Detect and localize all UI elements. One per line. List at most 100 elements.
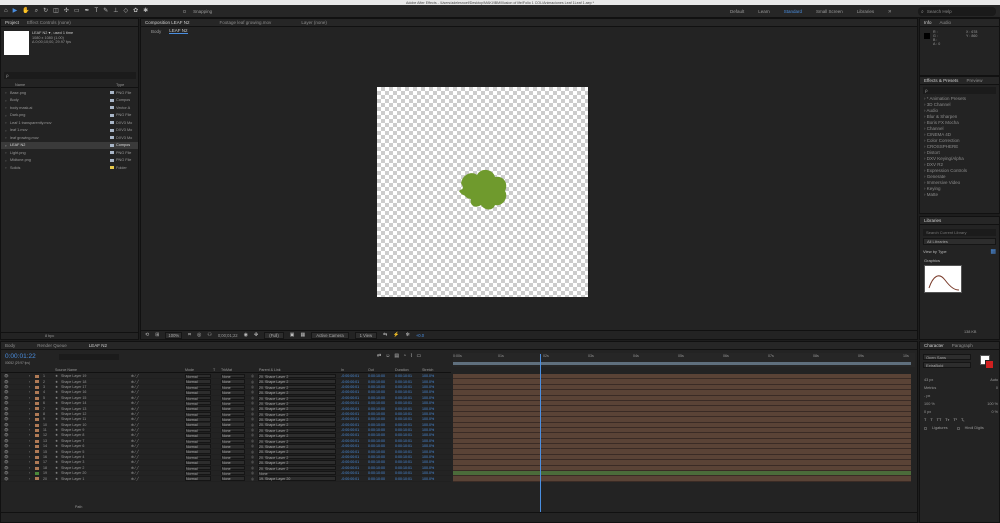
parent-dropdown[interactable]: 20. Shape Layer 2	[258, 411, 336, 417]
parent-pickwhip-icon[interactable]: ◎	[251, 412, 254, 416]
toggle-icon[interactable]: ⇆	[383, 332, 387, 339]
trkmat-dropdown[interactable]: None	[221, 449, 245, 454]
trkmat-dropdown[interactable]: None	[221, 476, 245, 481]
breadcrumb-body[interactable]: Body	[151, 29, 161, 34]
layer-label-color[interactable]	[35, 407, 39, 411]
layer-duration[interactable]: 0:00:10:01	[395, 460, 412, 464]
layer-switches[interactable]: ⊕ ⁄ ╱	[131, 374, 139, 378]
clone-tool-icon[interactable]: ⊥	[113, 8, 118, 15]
parent-dropdown[interactable]: 20. Shape Layer 2	[258, 379, 336, 384]
layer-stretch[interactable]: 100.0%	[422, 390, 434, 394]
layer-in[interactable]: -0:00:00:01	[341, 396, 359, 400]
blend-mode-dropdown[interactable]: Normal	[185, 384, 211, 390]
ligatures-checkbox[interactable]	[924, 426, 927, 430]
vertical-scale-value[interactable]: 100 %	[924, 400, 935, 408]
layer-in[interactable]: -0:00:00:01	[341, 412, 359, 416]
layer-stretch[interactable]: 100.0%	[422, 385, 434, 389]
help-search-input[interactable]: Search Help	[927, 9, 952, 14]
layer-duration[interactable]: 0:00:10:01	[395, 396, 412, 400]
project-item[interactable]: ▫ Light.png PNG File	[1, 149, 138, 157]
effects-search-input[interactable]: ρ	[925, 88, 928, 93]
layer-in[interactable]: -0:00:00:01	[341, 390, 359, 394]
layer-stretch[interactable]: 100.0%	[422, 423, 434, 427]
blend-mode-dropdown[interactable]: Normal	[185, 417, 211, 422]
layer-name[interactable]: Shape Layer 2	[61, 466, 84, 470]
layer-name[interactable]: Shape Layer 14	[61, 401, 86, 405]
layer-out[interactable]: 0:00:10:00	[368, 423, 385, 427]
libraries-search-input[interactable]: Search Current Library	[926, 230, 966, 235]
layer-stretch[interactable]: 100.0%	[422, 380, 434, 384]
visibility-eye-icon[interactable]: 👁	[4, 401, 9, 405]
layer-in[interactable]: -0:00:00:01	[341, 417, 359, 421]
layer-label-color[interactable]	[35, 423, 39, 427]
layer-out[interactable]: 0:00:10:00	[368, 390, 385, 394]
motion-blur-icon[interactable]: ◔	[403, 353, 406, 360]
layer-expand-arrow-icon[interactable]: ›	[29, 385, 30, 389]
layer-label-color[interactable]	[35, 412, 39, 416]
parent-pickwhip-icon[interactable]: ◎	[251, 444, 254, 448]
parent-pickwhip-icon[interactable]: ◎	[251, 455, 254, 459]
layer-duration[interactable]: 0:00:10:01	[395, 401, 412, 405]
layer-in[interactable]: -0:00:00:01	[341, 471, 359, 475]
blend-mode-dropdown[interactable]: Normal	[185, 449, 211, 454]
layer-duration[interactable]: 0:00:10:01	[395, 471, 412, 475]
layer-out[interactable]: 0:00:10:00	[368, 466, 385, 470]
effect-category[interactable]: › Matte	[920, 192, 999, 198]
project-search[interactable]: ρ	[4, 72, 136, 79]
layer-name[interactable]: Shape Layer 9	[61, 428, 84, 432]
layer-stretch[interactable]: 100.0%	[422, 471, 434, 475]
always-preview-icon[interactable]: ⟲	[145, 332, 149, 339]
parent-dropdown[interactable]: 20. Shape Layer 2	[258, 444, 336, 449]
layer-expand-arrow-icon[interactable]: ›	[29, 439, 30, 443]
layer-switches[interactable]: ⊕ ⁄ ╱	[131, 460, 139, 464]
parent-pickwhip-icon[interactable]: ◎	[251, 407, 254, 411]
layer-expand-arrow-icon[interactable]: ›	[29, 380, 30, 384]
trkmat-dropdown[interactable]: None	[221, 465, 245, 470]
layer-duration[interactable]: 0:00:10:01	[395, 423, 412, 427]
visibility-eye-icon[interactable]: 👁	[4, 444, 9, 448]
blend-mode-dropdown[interactable]: Normal	[185, 395, 211, 400]
layer-in[interactable]: -0:00:00:01	[341, 439, 359, 443]
brush-tool-icon[interactable]: ✎	[103, 8, 108, 15]
project-item[interactable]: ▫ Midtone.png PNG File	[1, 157, 138, 165]
layer-switches[interactable]: ⊕ ⁄ ╱	[131, 380, 139, 384]
layer-expand-arrow-icon[interactable]: ›	[29, 450, 30, 454]
layer-switches[interactable]: ⊕ ⁄ ╱	[131, 444, 139, 448]
viewer-timecode[interactable]: 0;00;01;22	[218, 333, 238, 338]
tab-character[interactable]: Character	[924, 343, 944, 348]
parent-pickwhip-icon[interactable]: ◎	[251, 423, 254, 427]
layer-expand-arrow-icon[interactable]: ›	[29, 460, 30, 464]
zoom-dropdown[interactable]: 100%	[165, 331, 183, 339]
layer-expand-arrow-icon[interactable]: ›	[29, 374, 30, 378]
blend-mode-dropdown[interactable]: Normal	[185, 427, 211, 433]
label-color-swatch[interactable]	[110, 166, 114, 170]
parent-dropdown[interactable]: 20. Shape Layer 2	[258, 395, 336, 400]
layer-duration[interactable]: 0:00:10:01	[395, 455, 412, 459]
transparency-grid-icon[interactable]: ▦	[300, 332, 305, 339]
layer-switches[interactable]: ⊕ ⁄ ╱	[131, 390, 139, 394]
pan-behind-tool-icon[interactable]: ✣	[64, 8, 69, 15]
blend-mode-dropdown[interactable]: Normal	[185, 471, 211, 476]
layer-expand-arrow-icon[interactable]: ›	[29, 423, 30, 427]
layer-row[interactable]: 👁 › 20 ★ Shape Layer 1 ⊕ ⁄ ╱ Normal None ◎ 19. Sh…	[1, 476, 451, 482]
blend-mode-dropdown[interactable]: Normal	[185, 422, 211, 427]
layer-expand-arrow-icon[interactable]: ›	[29, 433, 30, 437]
layer-expand-arrow-icon[interactable]: ›	[29, 396, 30, 400]
parent-pickwhip-icon[interactable]: ◎	[251, 428, 254, 432]
all-caps-icon[interactable]: TT	[937, 416, 942, 424]
effects-search[interactable]: ρ	[923, 87, 996, 94]
rotate-tool-icon[interactable]: ↻	[43, 8, 48, 15]
layer-stretch[interactable]: 100.0%	[422, 460, 434, 464]
layer-stretch[interactable]: 100.0%	[422, 466, 434, 470]
layer-expand-arrow-icon[interactable]: ›	[29, 471, 30, 475]
label-color-swatch[interactable]	[110, 128, 114, 132]
col-out[interactable]: Out	[368, 368, 374, 372]
layer-name[interactable]: Shape Layer 15	[61, 396, 86, 400]
tab-leaf-n2[interactable]: LEAF N2	[89, 343, 107, 348]
workspace-default[interactable]: Default	[730, 9, 744, 14]
tab-paragraph[interactable]: Paragraph	[952, 343, 973, 348]
kerning-value[interactable]: Metrics	[924, 384, 936, 392]
view-by-dropdown[interactable]: View by Type	[923, 249, 947, 254]
project-item[interactable]: ▫ leaf growing.mov DXV3 Mo	[1, 134, 138, 142]
layer-stretch[interactable]: 100.0%	[422, 412, 434, 416]
